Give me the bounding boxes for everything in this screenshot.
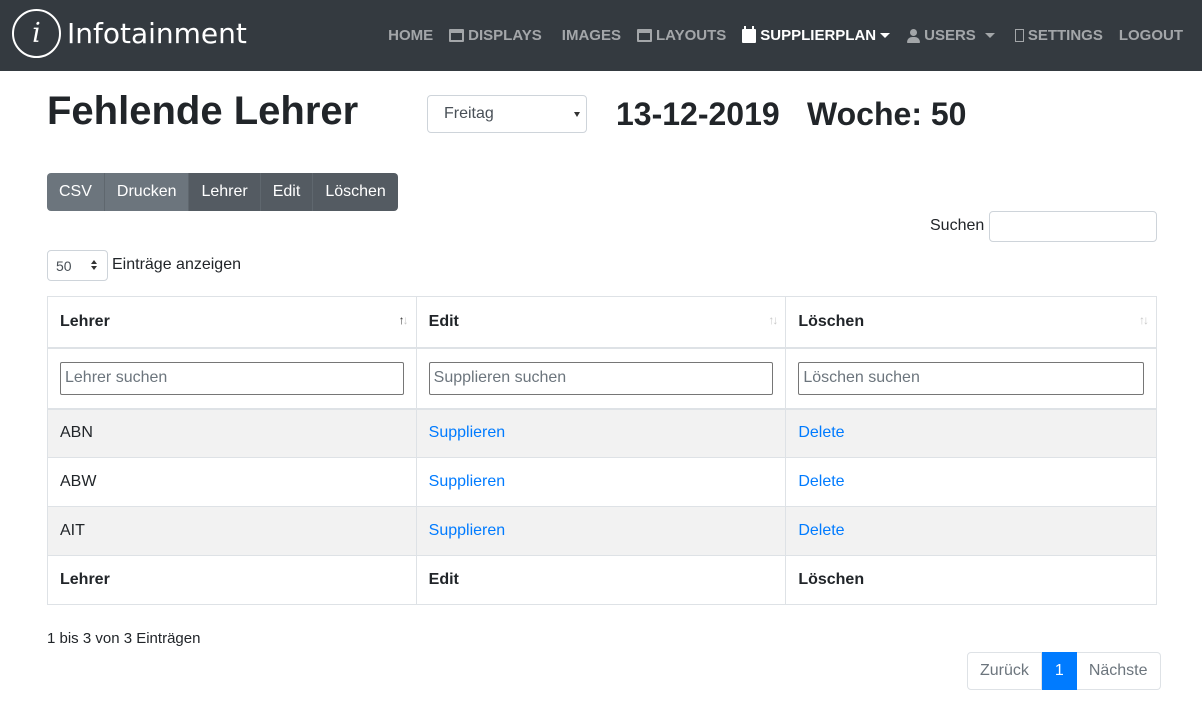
column-header-lehrer[interactable]: Lehrer ↑↓ [47,296,417,349]
table-row: AIT Supplieren Delete [47,506,1157,556]
column-toggle-lehrer-button[interactable]: Lehrer [189,173,261,211]
teacher-cell: ABW [47,457,417,507]
nav-home[interactable]: HOME [388,27,433,44]
day-select-value: Freitag [444,105,494,122]
nav-displays-label: DISPLAYS [468,27,542,44]
delete-link[interactable]: Delete [798,473,844,490]
pagination: Zurück 1 Nächste [967,652,1161,690]
supplieren-link[interactable]: Supplieren [429,424,506,441]
nav-users[interactable]: USERS [906,27,995,44]
page-length-select[interactable]: 50 [47,250,108,281]
dropdown-arrow-icon [574,111,580,117]
delete-link[interactable]: Delete [798,522,844,539]
nav-logout[interactable]: LOGOUT [1119,27,1183,44]
table-row: ABW Supplieren Delete [47,457,1157,507]
sort-arrows-icon [91,260,97,270]
column-toggle-edit-button[interactable]: Edit [260,173,314,211]
footer-lehrer: Lehrer [47,555,417,605]
brand[interactable]: i Infotainment [12,9,247,58]
window-icon [636,29,652,42]
column-header-edit[interactable]: Edit ↑↓ [415,296,787,349]
cell-edit: Supplieren [415,408,787,458]
teachers-table: Lehrer ↑↓ Edit ↑↓ Löschen ↑↓ Lehrer suchen … [47,296,1157,605]
filter-row: Lehrer suchen Supplieren suchen Löschen … [47,347,1157,410]
nav-supplierplan-label: SUPPLIERPLAN [760,27,877,44]
cell-delete: Delete [785,408,1157,458]
pagination-next[interactable]: Nächste [1076,652,1161,690]
page-length-value: 50 [56,257,72,274]
search-input[interactable] [989,211,1157,242]
page-title: Fehlende Lehrer [47,89,359,133]
sort-icon: ↑↓ [768,313,778,327]
nav-layouts[interactable]: LAYOUTS [636,27,727,44]
column-header-label: Edit [428,312,459,330]
column-header-label: Löschen [798,312,865,330]
date-display: 13-12-2019 [616,96,780,132]
column-header-label: Lehrer [60,312,110,330]
table-row: ABN Supplieren Delete [47,408,1157,458]
settings-icon [1014,29,1024,42]
pagination-page-1[interactable]: 1 [1041,652,1077,690]
export-button-group: CSV Drucken Lehrer Edit Löschen [47,173,398,211]
column-header-delete[interactable]: Löschen ↑↓ [785,296,1157,349]
sort-ascending-icon: ↑↓ [398,313,409,327]
nav-users-label: USERS [924,27,976,44]
brand-name: Infotainment [67,17,247,50]
chevron-down-icon [984,33,995,38]
day-select[interactable]: Freitag [427,95,587,133]
teacher-cell: AIT [47,506,417,556]
cell-delete: Delete [785,457,1157,507]
nav-home-label: HOME [388,27,434,44]
main-nav: HOME DISPLAYS IMAGES LAYOUTS SUPPLIERPLA… [372,0,1183,71]
calendar-icon [742,25,757,43]
user-icon [906,28,921,43]
info-logo-icon: i [12,9,61,58]
table-info: 1 bis 3 von 3 Einträgen [47,630,201,647]
cell-edit: Supplieren [415,457,787,507]
nav-layouts-label: LAYOUTS [655,27,727,44]
nav-supplierplan[interactable]: SUPPLIERPLAN [742,25,891,44]
supplieren-link[interactable]: Supplieren [429,473,506,490]
filter-delete-input[interactable]: Löschen suchen [798,361,1144,395]
nav-images-label: IMAGES [561,27,621,44]
search-label: Suchen [930,217,985,234]
nav-settings-label: SETTINGS [1027,27,1103,44]
chevron-down-icon [880,33,891,38]
nav-logout-label: LOGOUT [1118,27,1183,44]
nav-images[interactable]: IMAGES [562,27,621,44]
print-button[interactable]: Drucken [104,173,190,211]
window-icon [449,29,465,42]
filter-edit-input[interactable]: Supplieren suchen [428,361,774,395]
nav-displays[interactable]: DISPLAYS [449,27,542,44]
teacher-cell: ABN [47,408,417,458]
table-header-row: Lehrer ↑↓ Edit ↑↓ Löschen ↑↓ [47,296,1157,349]
top-navbar: i Infotainment HOME DISPLAYS IMAGES LAYO… [0,0,1202,71]
filter-cell: Supplieren suchen [415,347,787,410]
cell-delete: Delete [785,506,1157,556]
filter-lehrer-input[interactable]: Lehrer suchen [60,361,404,395]
cell-edit: Supplieren [415,506,787,556]
filter-cell: Löschen suchen [785,347,1157,410]
footer-delete: Löschen [785,555,1157,605]
filter-cell: Lehrer suchen [47,347,417,410]
week-display: Woche: 50 [807,96,967,132]
csv-button[interactable]: CSV [47,173,105,211]
column-toggle-delete-button[interactable]: Löschen [313,173,398,211]
supplieren-link[interactable]: Supplieren [429,522,506,539]
page-length-label: Einträge anzeigen [112,256,241,273]
footer-edit: Edit [415,555,787,605]
nav-settings[interactable]: SETTINGS [1014,27,1103,44]
delete-link[interactable]: Delete [798,424,844,441]
pagination-prev[interactable]: Zurück [967,652,1042,690]
table-footer-row: Lehrer Edit Löschen [47,555,1157,605]
sort-icon: ↑↓ [1139,313,1149,327]
